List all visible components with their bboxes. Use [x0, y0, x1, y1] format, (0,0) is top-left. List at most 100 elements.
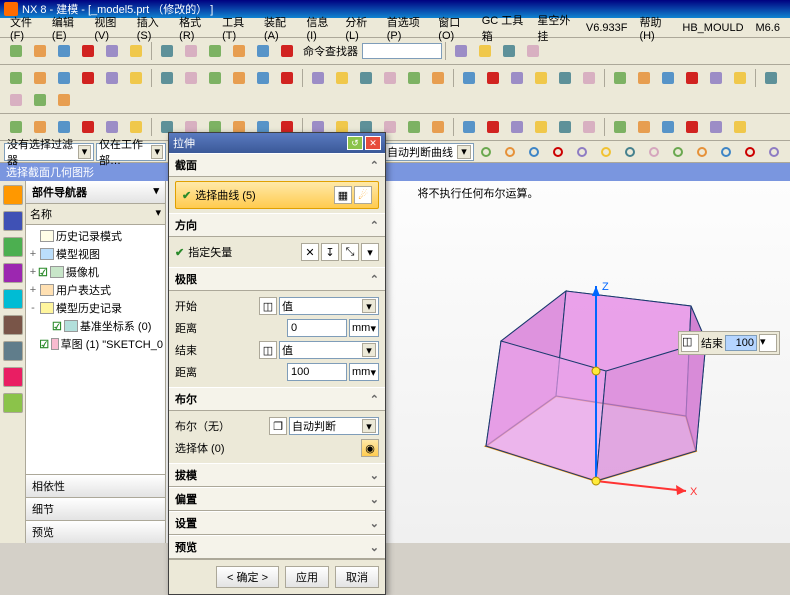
toolbar-button[interactable]: [307, 67, 329, 89]
snap-button[interactable]: [547, 141, 569, 163]
chevron-down-icon[interactable]: ▾: [361, 243, 379, 261]
snap-button[interactable]: [523, 141, 545, 163]
navigator-tree[interactable]: 历史记录模式+模型视图+☑摄像机+用户表达式-模型历史记录☑基准坐标系 (0)☑…: [26, 225, 165, 474]
menu-L[interactable]: 分析(L): [339, 12, 380, 44]
tree-item[interactable]: 历史记录模式: [28, 227, 163, 245]
chevron-down-icon[interactable]: ▾: [759, 334, 777, 352]
toolbar-button[interactable]: [156, 67, 178, 89]
toolbar-button[interactable]: [657, 116, 679, 138]
vector-reverse-icon[interactable]: ✕: [301, 243, 319, 261]
toolbar-button[interactable]: [729, 116, 751, 138]
nav-footer-tab[interactable]: 预览: [26, 520, 165, 543]
tree-item[interactable]: -模型历史记录: [28, 299, 163, 317]
resource-tab[interactable]: [3, 315, 23, 335]
snap-button[interactable]: [619, 141, 641, 163]
tree-item[interactable]: +☑摄像机: [28, 263, 163, 281]
toolbar-button[interactable]: [228, 67, 250, 89]
command-finder-input[interactable]: [362, 43, 442, 59]
specify-vector-row[interactable]: ✔指定矢量 ✕ ↧ ⤡ ▾: [175, 241, 379, 263]
toolbar-button[interactable]: [252, 40, 274, 62]
toolbar-button[interactable]: [53, 40, 75, 62]
toolbar-button[interactable]: [156, 40, 178, 62]
menu-HB_MOULD[interactable]: HB_MOULD: [676, 20, 749, 36]
section-header-draft[interactable]: 拔模⌄: [169, 463, 385, 487]
toolbar-button[interactable]: [482, 67, 504, 89]
snap-button[interactable]: [667, 141, 689, 163]
toolbar-button[interactable]: [5, 89, 27, 111]
section-header-curve[interactable]: 截面⌃: [169, 153, 385, 177]
cancel-button[interactable]: 取消: [335, 566, 379, 588]
menu-E[interactable]: 编辑(E): [46, 12, 88, 44]
resource-tab[interactable]: [3, 237, 23, 257]
resource-tab[interactable]: [3, 211, 23, 231]
toolbar-button[interactable]: [530, 67, 552, 89]
toolbar-button[interactable]: [578, 67, 600, 89]
toolbar-button[interactable]: [530, 116, 552, 138]
snap-button[interactable]: [595, 141, 617, 163]
toolbar-button[interactable]: [705, 67, 727, 89]
toolbar-button[interactable]: [427, 116, 449, 138]
sketch-icon[interactable]: ▦: [334, 186, 352, 204]
toolbar-button[interactable]: [458, 67, 480, 89]
dialog-titlebar[interactable]: 拉伸 ↺ ✕: [169, 133, 385, 153]
select-curve-row[interactable]: ✔选择曲线 (5) ▦☄: [175, 181, 379, 209]
menu-V[interactable]: 视图(V): [88, 12, 130, 44]
toolbar-button[interactable]: [228, 40, 250, 62]
resource-tab[interactable]: [3, 289, 23, 309]
resource-tab[interactable]: [3, 367, 23, 387]
dialog-reset-icon[interactable]: ↺: [347, 136, 363, 150]
tree-item[interactable]: ☑基准坐标系 (0): [28, 317, 163, 335]
toolbar-button[interactable]: [427, 67, 449, 89]
toolbar-button[interactable]: [77, 67, 99, 89]
menu-A[interactable]: 装配(A): [258, 12, 300, 44]
snap-button[interactable]: [643, 141, 665, 163]
toolbar-button[interactable]: [101, 40, 123, 62]
toolbar-button[interactable]: [458, 116, 480, 138]
snap-button[interactable]: [571, 141, 593, 163]
toolbar-button[interactable]: [657, 67, 679, 89]
start-distance-input[interactable]: [287, 319, 347, 337]
snap-button[interactable]: [739, 141, 761, 163]
toolbar-button[interactable]: [681, 67, 703, 89]
menu-V6933F[interactable]: V6.933F: [580, 20, 634, 36]
filter-combo-1[interactable]: 没有选择过滤器▾: [4, 143, 94, 161]
section-header-direction[interactable]: 方向⌃: [169, 213, 385, 237]
tree-item[interactable]: +用户表达式: [28, 281, 163, 299]
navigator-column-header[interactable]: 名称 ▾: [26, 204, 165, 225]
apply-button[interactable]: 应用: [285, 566, 329, 588]
section-header-limits[interactable]: 极限⌃: [169, 267, 385, 291]
boolean-combo[interactable]: 自动判断▾: [289, 417, 379, 435]
dynamic-input-box[interactable]: ◫ 结束 ▾: [678, 331, 780, 355]
toolbar-button[interactable]: [578, 116, 600, 138]
panel-menu-icon[interactable]: ▾: [153, 184, 159, 200]
toolbar-button[interactable]: [450, 40, 472, 62]
toolbar-button[interactable]: [554, 67, 576, 89]
vector-auto-icon[interactable]: ⤡: [341, 243, 359, 261]
toolbar-button[interactable]: [276, 40, 298, 62]
snap-button[interactable]: [499, 141, 521, 163]
filter-combo-2[interactable]: 仅在工作部…▾: [96, 143, 166, 161]
toolbar-button[interactable]: [125, 67, 147, 89]
menu-H[interactable]: 帮助(H): [633, 12, 676, 44]
toolbar-button[interactable]: [276, 67, 298, 89]
tree-item[interactable]: +模型视图: [28, 245, 163, 263]
toolbar-button[interactable]: [633, 116, 655, 138]
snap-button[interactable]: [475, 141, 497, 163]
filter-combo-3[interactable]: 自动判断曲线▾: [384, 143, 474, 161]
menu-M66[interactable]: M6.6: [750, 20, 786, 36]
ok-button[interactable]: < 确定 >: [216, 566, 279, 588]
menu-F[interactable]: 文件(F): [4, 12, 46, 44]
toolbar-button[interactable]: [554, 116, 576, 138]
menu-R[interactable]: 格式(R): [173, 12, 216, 44]
toolbar-button[interactable]: [403, 116, 425, 138]
toolbar-button[interactable]: [29, 89, 51, 111]
toolbar-button[interactable]: [482, 116, 504, 138]
snap-button[interactable]: [691, 141, 713, 163]
start-unit-combo[interactable]: mm▾: [349, 319, 379, 337]
toolbar-button[interactable]: [729, 67, 751, 89]
toolbar-button[interactable]: [506, 116, 528, 138]
toolbar-button[interactable]: [705, 116, 727, 138]
toolbar-button[interactable]: [379, 67, 401, 89]
toolbar-button[interactable]: [331, 67, 353, 89]
curve-icon[interactable]: ☄: [354, 186, 372, 204]
